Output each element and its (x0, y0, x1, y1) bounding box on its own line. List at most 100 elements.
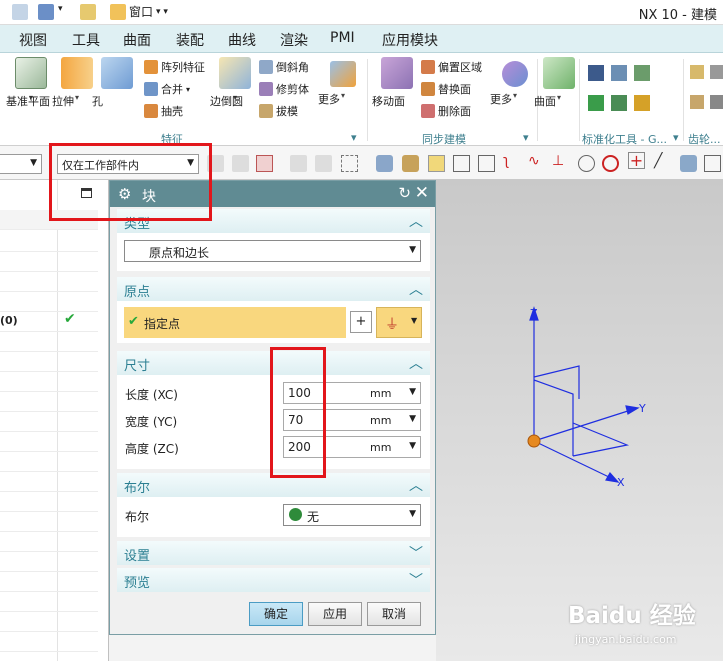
arc-center-icon[interactable] (578, 155, 595, 172)
list-item[interactable] (0, 472, 98, 492)
quadrant-icon[interactable] (602, 155, 619, 172)
std-tool-2-icon[interactable] (611, 65, 627, 81)
gear-tool-2-icon[interactable] (710, 65, 723, 79)
close-icon[interactable]: ✕ (415, 183, 429, 203)
tab-curve[interactable]: 曲线 (228, 30, 256, 50)
tab-surface[interactable]: 曲面 (123, 30, 151, 50)
curve-point-icon[interactable]: ʅ (503, 153, 520, 170)
point-inferred-select[interactable]: ⏚ ▼ (376, 307, 422, 338)
list-item[interactable] (0, 452, 98, 472)
tab-view[interactable]: 视图 (19, 30, 47, 50)
eraser-icon[interactable] (80, 4, 96, 20)
list-item[interactable] (0, 432, 98, 452)
origin-section-header[interactable]: 原点 ︿ (117, 277, 430, 301)
chamfer-button[interactable]: 倒斜角 (259, 59, 309, 75)
list-item[interactable] (0, 512, 98, 532)
graphics-window[interactable]: Z Y X (436, 180, 723, 661)
hole-icon (101, 57, 133, 89)
rectangle-select-icon[interactable] (341, 155, 358, 172)
surface-button[interactable]: 曲面 ▾ (534, 57, 584, 108)
group-separator (367, 59, 368, 141)
settings-section-header[interactable]: 设置 ﹀ (117, 541, 430, 565)
list-item[interactable] (0, 612, 98, 632)
more-sync-button[interactable]: 更多 ▾ (490, 57, 540, 106)
list-item[interactable] (0, 332, 98, 352)
gear-tool-3-icon[interactable] (690, 95, 704, 109)
chevron-down-icon[interactable]: ▾ (673, 131, 679, 144)
chevron-down-icon[interactable]: ▾ (523, 131, 529, 144)
list-item[interactable] (0, 412, 98, 432)
std-tool-4-icon[interactable] (588, 95, 604, 111)
tab-render[interactable]: 渲染 (280, 30, 308, 50)
list-item[interactable] (0, 352, 98, 372)
list-item[interactable] (0, 552, 98, 572)
midpoint-icon[interactable] (478, 155, 495, 172)
snap-point-icon[interactable] (428, 155, 445, 172)
std-tool-6-icon[interactable] (634, 95, 650, 111)
intersection-icon[interactable]: ∿ (528, 153, 545, 170)
move-face-button[interactable]: 移动面 (372, 57, 422, 108)
tab-application[interactable]: 应用模块 (382, 30, 438, 50)
list-item[interactable] (0, 292, 98, 312)
list-item[interactable] (0, 252, 98, 272)
boolean-select[interactable]: 无 ▼ (283, 504, 421, 526)
gear-tool-1-icon[interactable] (690, 65, 704, 79)
point-dialog-icon[interactable]: + (350, 311, 372, 333)
list-item[interactable] (0, 492, 98, 512)
tangent-icon[interactable]: ⊥ (552, 153, 569, 170)
list-item[interactable] (0, 372, 98, 392)
std-tool-3-icon[interactable] (634, 65, 650, 81)
type-filter-select[interactable]: ▼ (0, 154, 42, 174)
select-chain-icon[interactable] (290, 155, 307, 172)
edge-blend-button[interactable]: 边倒圆 ▾ (210, 57, 260, 108)
replace-face-button[interactable]: 替换面 (421, 81, 471, 97)
wcs-axes: Z Y X (527, 306, 646, 489)
std-tool-5-icon[interactable] (611, 95, 627, 111)
draft-button[interactable]: 拔模 (259, 103, 298, 119)
reset-icon[interactable]: ↻ (398, 184, 411, 202)
more-features-button[interactable]: 更多 ▾ (318, 57, 368, 106)
grid-icon[interactable] (704, 155, 721, 172)
snap-icon[interactable] (232, 155, 249, 172)
tab-pmi[interactable]: PMI (330, 30, 355, 46)
ok-button[interactable]: 确定 (249, 602, 303, 626)
chevron-down-icon[interactable]: ▾ (58, 4, 63, 14)
list-item[interactable] (0, 392, 98, 412)
point-on-face-icon[interactable] (680, 155, 697, 172)
type-select[interactable]: 原点和边长 ▼ (124, 240, 421, 262)
list-item[interactable] (0, 272, 98, 292)
undo-icon[interactable] (38, 4, 54, 20)
preview-section-header[interactable]: 预览 ﹀ (117, 568, 430, 592)
list-item[interactable] (0, 532, 98, 552)
select-region-icon[interactable] (315, 155, 332, 172)
solid-filter-icon[interactable] (376, 155, 393, 172)
datum-plane-button[interactable]: 基准平面 ▾ (6, 57, 56, 108)
gear-tool-4-icon[interactable] (710, 95, 723, 109)
offset-region-button[interactable]: 偏置区域 (421, 59, 482, 75)
list-item[interactable] (0, 572, 98, 592)
tab-tools[interactable]: 工具 (72, 30, 100, 50)
trim-body-button[interactable]: 修剪体 (259, 81, 309, 97)
body-filter-icon[interactable] (402, 155, 419, 172)
more-icon (502, 61, 528, 87)
specify-point-row[interactable]: ✔ 指定点 (124, 307, 346, 338)
point-on-curve-icon[interactable]: ╱ (654, 153, 671, 170)
cancel-button[interactable]: 取消 (367, 602, 421, 626)
select-box-icon[interactable] (256, 155, 273, 172)
list-item[interactable] (0, 232, 98, 252)
list-item[interactable] (0, 632, 98, 652)
tab-assembly[interactable]: 装配 (176, 30, 204, 50)
pattern-feature-button[interactable]: 阵列特征 (144, 59, 205, 75)
chevron-down-icon[interactable]: ▾ (351, 131, 357, 144)
std-tool-1-icon[interactable] (588, 65, 604, 81)
window-menu[interactable]: 窗口 ▾ ▾ (110, 3, 168, 20)
hole-button[interactable]: 孔 (92, 57, 142, 108)
delete-face-button[interactable]: 删除面 (421, 103, 471, 119)
endpoint-icon[interactable] (453, 155, 470, 172)
list-item[interactable] (0, 592, 98, 612)
shell-button[interactable]: 抽壳 (144, 103, 183, 119)
unite-button[interactable]: 合并 ▾ (144, 81, 190, 97)
save-icon[interactable] (12, 4, 28, 20)
apply-button[interactable]: 应用 (308, 602, 362, 626)
existing-point-icon[interactable]: + (628, 152, 645, 169)
